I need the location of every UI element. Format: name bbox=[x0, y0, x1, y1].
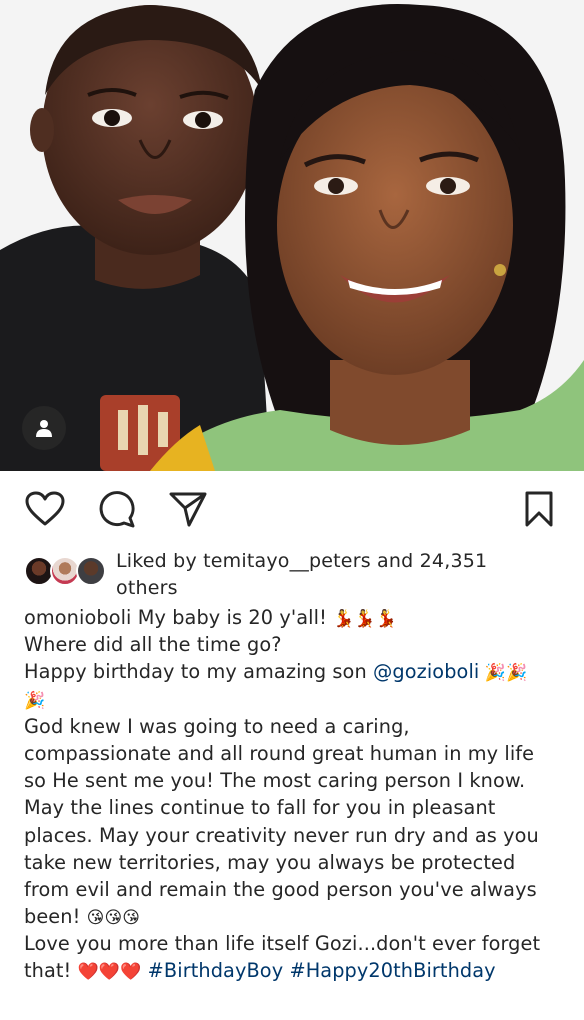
party-emoji: 🎉🎉 bbox=[479, 663, 528, 684]
heart-emoji: ❤️❤️❤️ bbox=[77, 962, 142, 983]
share-button[interactable] bbox=[166, 489, 210, 529]
caption-line: God knew I was going to need a caring, bbox=[24, 714, 410, 738]
avatar bbox=[76, 556, 106, 586]
caption-line: so He sent me you! The most caring perso… bbox=[24, 769, 526, 793]
heart-icon bbox=[25, 491, 65, 526]
caption-line: omonioboli My baby is 20 y'all! 💃💃💃 bbox=[24, 604, 569, 631]
caption-username[interactable]: omonioboli bbox=[24, 606, 132, 629]
kiss-emoji: 😘😘😘 bbox=[86, 908, 141, 929]
post-action-bar bbox=[0, 471, 584, 547]
comment-icon bbox=[99, 491, 135, 528]
caption-text: Happy birthday to my amazing son bbox=[24, 660, 374, 684]
caption-line: compassionate and all round great human … bbox=[24, 741, 535, 765]
caption-text: that! bbox=[24, 959, 78, 983]
caption-line: that! ❤️❤️❤️ #BirthdayBoy #Happy20thBirt… bbox=[24, 957, 569, 984]
caption-line: Happy birthday to my amazing son @goziob… bbox=[24, 658, 569, 685]
likes-summary[interactable]: Liked by temitayo__peters and 24,351 oth… bbox=[24, 548, 564, 600]
likes-text[interactable]: Liked by temitayo__peters and 24,351 oth… bbox=[116, 548, 536, 602]
caption-text: My baby is 20 y'all! bbox=[131, 606, 334, 629]
caption-line: Where did all the time go? bbox=[24, 633, 282, 657]
caption-line: places. May your creativity never run dr… bbox=[24, 823, 539, 847]
caption-line: Love you more than life itself Gozi...do… bbox=[24, 932, 541, 956]
likes-line-2: others bbox=[116, 577, 178, 599]
bookmark-icon bbox=[525, 491, 553, 527]
likes-line-1: Liked by temitayo__peters and 24,351 bbox=[116, 550, 488, 572]
person-icon bbox=[36, 420, 52, 437]
caption-line: been! 😘😘😘 bbox=[24, 903, 569, 930]
save-button[interactable] bbox=[517, 489, 561, 529]
caption-line: take new territories, may you always be … bbox=[24, 850, 516, 874]
party-emoji: 🎉 bbox=[24, 690, 46, 711]
dancer-emoji: 💃💃💃 bbox=[333, 609, 397, 629]
tagged-people-button[interactable] bbox=[22, 406, 66, 450]
caption-line: 🎉 bbox=[24, 686, 569, 713]
paper-plane-icon bbox=[169, 492, 207, 527]
post-image[interactable] bbox=[0, 0, 584, 471]
comment-button[interactable] bbox=[95, 489, 139, 529]
liker-avatars bbox=[24, 556, 108, 588]
post-caption: omonioboli My baby is 20 y'all! 💃💃💃 Wher… bbox=[24, 604, 569, 985]
like-button[interactable] bbox=[23, 489, 67, 529]
hashtag-links[interactable]: #BirthdayBoy #Happy20thBirthday bbox=[141, 959, 496, 982]
caption-line: May the lines continue to fall for you i… bbox=[24, 796, 496, 820]
post-photo-illustration bbox=[0, 0, 584, 471]
caption-line: from evil and remain the good person you… bbox=[24, 877, 537, 901]
caption-text: been! bbox=[24, 905, 87, 929]
mention-link[interactable]: @gozioboli bbox=[373, 660, 479, 683]
